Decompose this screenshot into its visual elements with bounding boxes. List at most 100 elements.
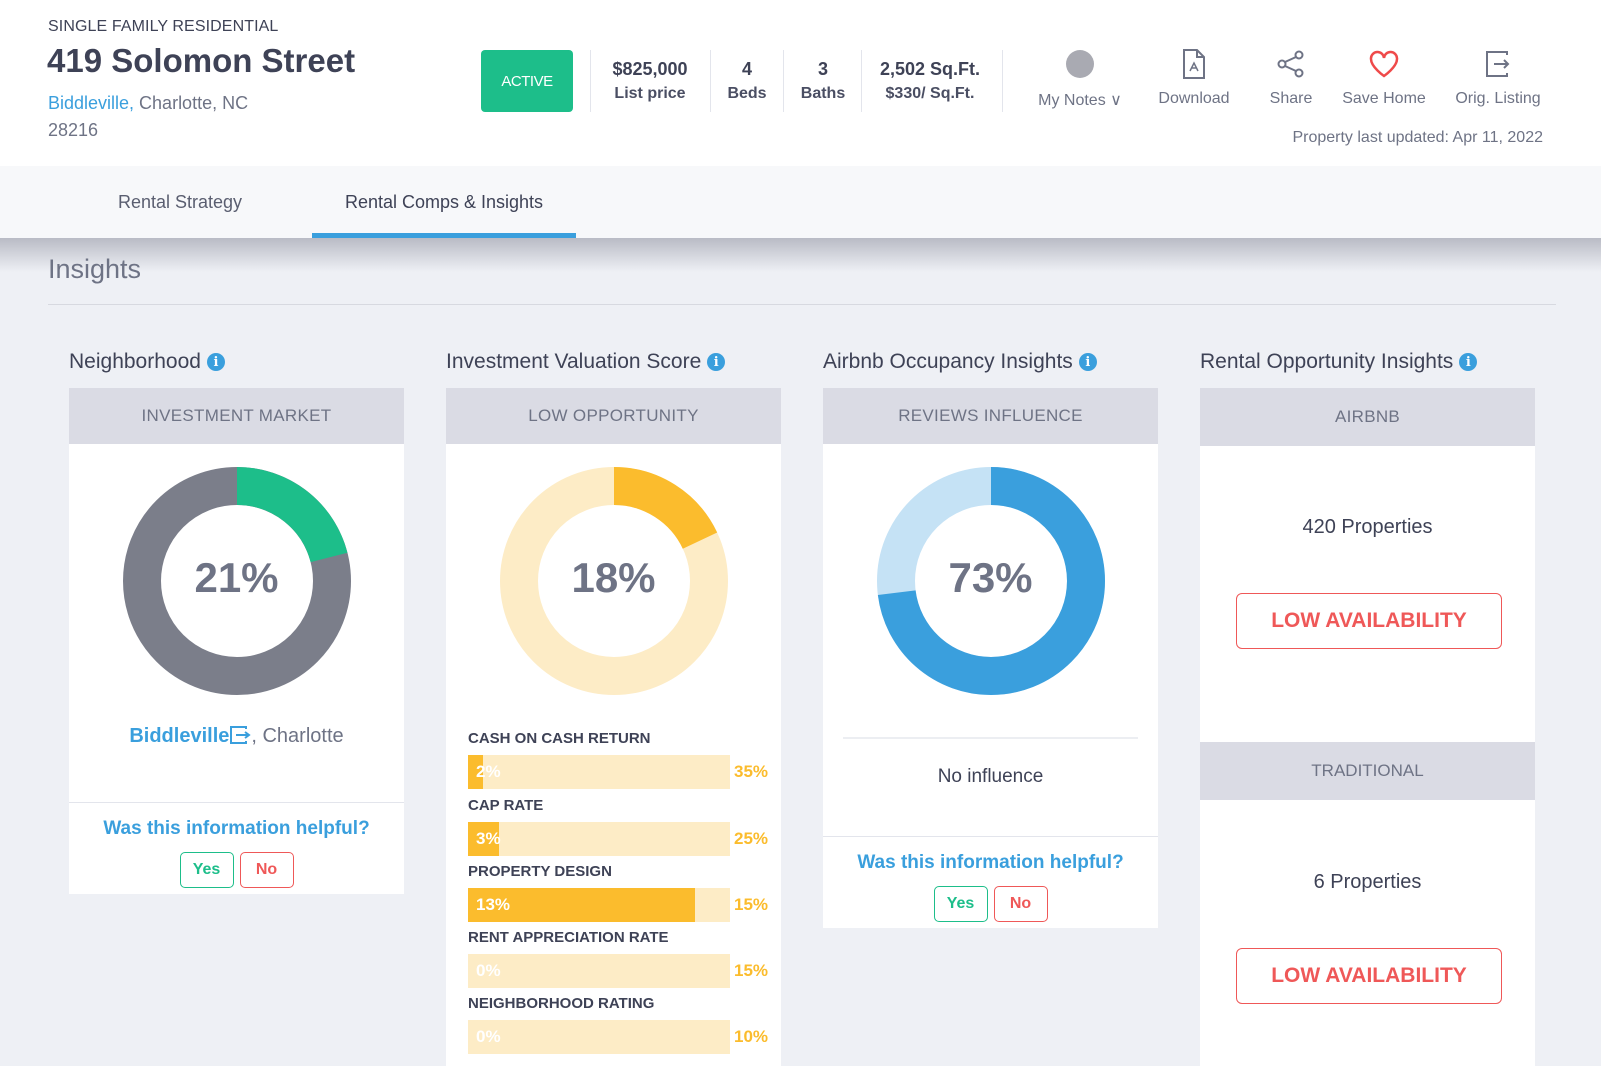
info-icon[interactable]: i [1459,353,1478,371]
metric-value: 2% [476,762,501,781]
column-title-text: Airbnb Occupancy Insights [823,350,1073,373]
divider [590,50,591,112]
rental-opportunity-card: AIRBNB 420 Properties LOW AVAILABILITY T… [1200,388,1535,1066]
no-button[interactable]: No [993,886,1048,922]
action-label: Share [1269,90,1313,107]
tab-rental-strategy[interactable]: Rental Strategy [100,166,260,238]
divider [783,50,784,112]
metric-bar: 0% [468,954,730,988]
airbnb-occupancy-card: REVIEWS INFLUENCE 73% No influence Was t… [823,388,1158,928]
helpful-prompt: Was this information helpful? [103,818,370,839]
valuation-card: LOW OPPORTUNITY 18% CASH ON CASH RETURN … [446,388,781,1066]
neighborhood-link[interactable]: Biddleville, [48,93,134,113]
neighborhood-location: Biddleville , Charlotte [69,725,404,748]
metric-cap-rate: CAP RATE 3% 25% [468,797,778,856]
stat-value: 2,502 Sq.Ft. [879,59,981,79]
external-link-icon [1486,51,1510,77]
rental-opportunity-title: Rental Opportunity Insights i [1200,350,1478,374]
divider [1002,50,1003,112]
property-location: Biddleville, Charlotte, NC [48,93,248,114]
metric-name: CAP RATE [468,797,544,814]
neighborhood-card: INVESTMENT MARKET 21% Biddleville , Charl… [69,388,404,894]
divider [823,836,1158,837]
card-header: AIRBNB [1200,388,1535,446]
availability-badge: LOW AVAILABILITY [1236,948,1502,1004]
availability-badge: LOW AVAILABILITY [1236,593,1502,649]
section-divider [48,304,1556,305]
card-header: REVIEWS INFLUENCE [823,388,1158,444]
metric-cash-on-cash: CASH ON CASH RETURN 2% 35% [468,730,778,789]
tab-rental-comps-insights[interactable]: Rental Comps & Insights [312,166,576,238]
heart-icon [1369,50,1399,78]
donut-percent: 21% [194,554,279,601]
action-label: My Notes ∨ [1038,92,1122,109]
card-header: LOW OPPORTUNITY [446,388,781,444]
action-label: Save Home [1342,90,1426,107]
metric-max: 10% [734,1027,769,1046]
stat-value: 4 [741,59,752,79]
stat-label: Beds [727,85,767,102]
donut-percent: 73% [948,554,1033,601]
stat-label: List price [614,85,686,102]
metric-name: CASH ON CASH RETURN [468,730,651,747]
metric-name: NEIGHBORHOOD RATING [468,995,655,1012]
helpful-prompt: Was this information helpful? [857,852,1124,873]
influence-text: No influence [937,766,1044,787]
metric-name: RENT APPRECIATION RATE [468,929,669,946]
action-label: Download [1158,90,1230,107]
external-link-icon[interactable] [229,725,252,745]
airbnb-occupancy-title: Airbnb Occupancy Insights i [823,350,1097,374]
neighborhood-link[interactable]: Biddleville [129,725,229,747]
metric-name: PROPERTY DESIGN [468,863,612,880]
stat-label: Baths [800,85,846,102]
donut-percent: 18% [571,554,656,601]
avatar-icon [1066,50,1094,78]
metric-value: 13% [476,895,511,914]
stat-beds: 4 Beds [714,50,780,112]
my-notes-button[interactable]: My Notes ∨ [1030,46,1130,110]
metric-max: 35% [734,762,769,781]
metric-bar: 0% [468,1020,730,1054]
property-zip: 28216 [48,120,99,140]
metric-property-design: PROPERTY DESIGN 13% 15% [468,863,778,922]
info-icon[interactable]: i [206,353,225,371]
stat-label: $330/ Sq.Ft. [885,85,975,102]
city-text: , Charlotte [251,725,344,747]
stat-value: 3 [817,59,828,79]
yes-button[interactable]: Yes [933,886,988,922]
action-label: Orig. Listing [1455,90,1541,107]
pdf-file-icon [1183,49,1205,79]
stat-sqft: 2,502 Sq.Ft. $330/ Sq.Ft. [866,50,994,112]
influence-line [843,737,1138,739]
metric-max: 25% [734,829,769,848]
stat-list-price: $825,000 List price [598,50,702,112]
divider [710,50,711,112]
stat-value: $825,000 [612,59,688,79]
card-header: TRADITIONAL [1200,742,1535,800]
metric-max: 15% [734,961,769,980]
property-header: SINGLE FAMILY RESIDENTIAL 419 Solomon St… [0,0,1601,166]
feedback-buttons: Yes No [179,852,294,888]
section-title: Insights [48,254,142,284]
no-button[interactable]: No [239,852,294,888]
tab-bar: Rental Strategy Rental Comps & Insights [0,166,1601,238]
metric-bar: 2% [468,755,730,789]
valuation-title: Investment Valuation Score i [446,350,726,374]
orig-listing-button[interactable]: Orig. Listing [1448,46,1548,108]
download-button[interactable]: Download [1148,46,1240,108]
metric-value: 0% [476,1027,501,1046]
metric-max: 15% [734,895,769,914]
column-title-text: Neighborhood [69,350,201,373]
save-home-button[interactable]: Save Home [1334,46,1434,108]
share-icon [1277,50,1304,78]
property-type: SINGLE FAMILY RESIDENTIAL [48,18,279,35]
info-icon[interactable]: i [707,353,726,371]
property-count: 420 Properties [1302,516,1433,538]
neighborhood-title: Neighborhood i [69,350,225,374]
share-button[interactable]: Share [1256,46,1326,108]
metric-value: 0% [476,961,501,980]
divider [69,802,404,803]
yes-button[interactable]: Yes [179,852,234,888]
info-icon[interactable]: i [1078,353,1097,371]
card-header: INVESTMENT MARKET [69,388,404,444]
